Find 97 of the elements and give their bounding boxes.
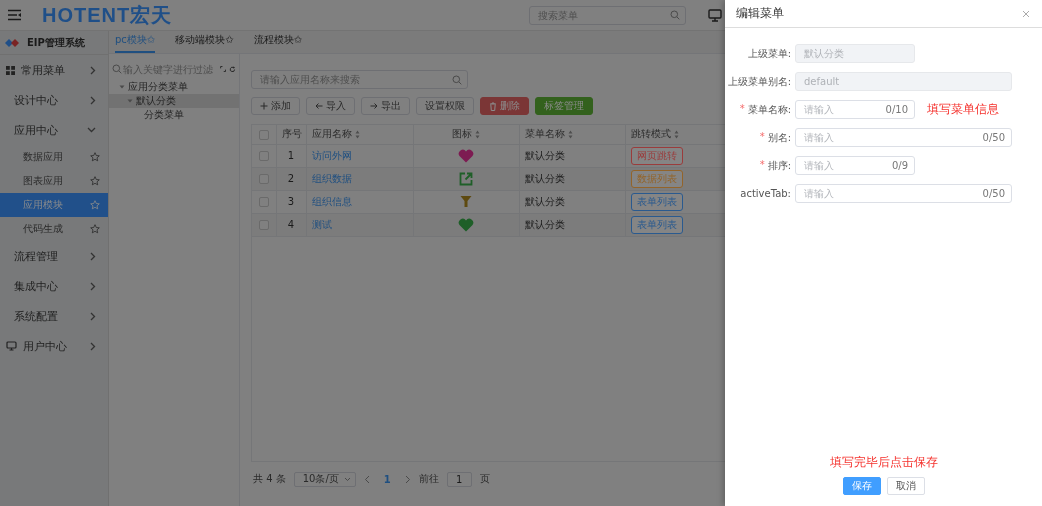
toolbar-button[interactable]: 添加 xyxy=(251,97,300,115)
system-title: EIP管理系统 xyxy=(27,35,85,50)
mode-tag: 表单列表 xyxy=(630,215,683,234)
menu-item[interactable]: 常用菜单 xyxy=(0,55,108,85)
arrow-left-icon xyxy=(315,102,323,110)
drawer-title: 编辑菜单 xyxy=(736,5,784,22)
table-cell: 默认分类 xyxy=(524,195,565,207)
tab[interactable]: 移动端模块✩ xyxy=(175,33,234,53)
star-icon[interactable] xyxy=(90,224,100,234)
mode-tag: 网页跳转 xyxy=(630,146,683,165)
menu-icon[interactable] xyxy=(7,9,22,21)
tree-node[interactable]: 默认分类 xyxy=(109,94,239,108)
tree-node[interactable]: 分类菜单 xyxy=(109,108,239,122)
column-header: 菜单名称 xyxy=(524,128,565,140)
field-label: 上级菜单: xyxy=(747,46,791,61)
cancel-button[interactable]: 取消 xyxy=(886,477,925,495)
grid-icon xyxy=(6,65,15,75)
submenu-item[interactable]: 图表应用 xyxy=(0,169,108,193)
tree-node[interactable]: 应用分类菜单 xyxy=(109,80,239,94)
close-icon[interactable] xyxy=(1022,9,1030,18)
required-mark: * xyxy=(759,130,765,144)
field-label: activeTab: xyxy=(740,188,791,199)
column-header: 序号 xyxy=(281,128,302,140)
submenu-item[interactable]: 代码生成 xyxy=(0,217,108,241)
column-header: 跳转模式 xyxy=(630,128,671,140)
search-icon[interactable] xyxy=(670,10,680,20)
char-counter: 0/50 xyxy=(982,188,1005,199)
expand-icon[interactable] xyxy=(220,64,227,74)
total-count: 共 4 条 xyxy=(253,472,286,486)
goto-label: 前往 xyxy=(418,472,439,486)
field-label: 排序: xyxy=(767,158,791,173)
field-label: 上级菜单别名: xyxy=(727,74,791,89)
table-cell: 默认分类 xyxy=(524,149,565,161)
table-cell: 2 xyxy=(287,173,295,184)
toolbar-button[interactable]: 导出 xyxy=(361,97,410,115)
trash-icon xyxy=(489,101,497,111)
table-cell: 默认分类 xyxy=(524,172,565,184)
arrow-right-icon xyxy=(370,102,378,110)
menu-item[interactable]: 系统配置 xyxy=(0,301,108,331)
char-counter: 0/10 xyxy=(885,104,908,115)
tab[interactable]: pc模块✩ xyxy=(115,33,156,53)
table-cell: 4 xyxy=(287,219,295,230)
char-counter: 0/50 xyxy=(982,132,1005,143)
table-cell: 3 xyxy=(287,196,295,207)
field-label: 菜单名称: xyxy=(747,102,791,117)
caret-icon[interactable] xyxy=(119,84,125,90)
caret-icon xyxy=(343,476,351,482)
column-header: 应用名称 xyxy=(311,128,352,140)
char-counter: 0/9 xyxy=(891,160,908,171)
toolbar-button[interactable]: 标签管理 xyxy=(535,97,593,115)
submenu-item[interactable]: 数据应用 xyxy=(0,145,108,169)
prev-page-icon[interactable] xyxy=(363,474,370,484)
annotation-text: 填写完毕后点击保存 xyxy=(829,454,938,471)
save-button[interactable]: 保存 xyxy=(842,477,881,495)
toolbar-button[interactable]: 导入 xyxy=(306,97,355,115)
diamond-logo-icon xyxy=(5,36,21,49)
page-number[interactable]: 1 xyxy=(377,473,397,485)
star-icon[interactable] xyxy=(90,152,100,162)
column-header: 图标 xyxy=(452,128,472,140)
table-cell: 1 xyxy=(287,150,295,161)
menu-item[interactable]: 集成中心 xyxy=(0,271,108,301)
required-mark: * xyxy=(739,102,745,116)
logo: HOTENT宏天 xyxy=(42,2,173,28)
app-link[interactable]: 组织数据 xyxy=(311,172,352,184)
toolbar-button[interactable]: 设置权限 xyxy=(416,97,474,115)
page-size-select[interactable]: 10条/页 xyxy=(293,471,356,487)
sort-icon[interactable] xyxy=(673,129,679,139)
sort-icon[interactable] xyxy=(475,129,480,139)
menu-item[interactable]: 应用中心 xyxy=(0,115,108,145)
search-icon[interactable] xyxy=(452,74,462,85)
menu-item[interactable]: 设计中心 xyxy=(0,85,108,115)
menu-item[interactable]: 流程管理 xyxy=(0,241,108,271)
caret-icon[interactable] xyxy=(127,98,133,104)
sort-icon[interactable] xyxy=(567,129,573,139)
table-cell: 默认分类 xyxy=(524,218,565,230)
page-input[interactable]: 1 xyxy=(446,471,472,487)
mode-tag: 数据列表 xyxy=(630,169,683,188)
monitor-icon xyxy=(6,341,17,351)
toolbar-button[interactable]: 删除 xyxy=(480,97,529,115)
star-icon[interactable] xyxy=(90,176,100,186)
app-link[interactable]: 组织信息 xyxy=(311,195,352,207)
required-mark: * xyxy=(759,158,765,172)
plus-icon xyxy=(260,102,268,110)
star-icon[interactable] xyxy=(90,200,100,210)
tab[interactable]: 流程模块✩ xyxy=(253,33,302,53)
field-label: 别名: xyxy=(767,130,791,145)
submenu-item[interactable]: 应用模块 xyxy=(0,193,108,217)
menu-item[interactable]: 用户中心 xyxy=(0,331,108,361)
search-icon xyxy=(112,64,122,74)
page-label: 页 xyxy=(479,472,490,486)
annotation-text: 填写菜单信息 xyxy=(927,101,999,118)
next-page-icon[interactable] xyxy=(404,474,411,484)
app-link[interactable]: 访问外网 xyxy=(311,149,352,161)
monitor-icon[interactable] xyxy=(708,8,722,22)
mode-tag: 表单列表 xyxy=(630,192,683,211)
app-link[interactable]: 测试 xyxy=(311,218,332,230)
sort-icon[interactable] xyxy=(354,129,360,139)
